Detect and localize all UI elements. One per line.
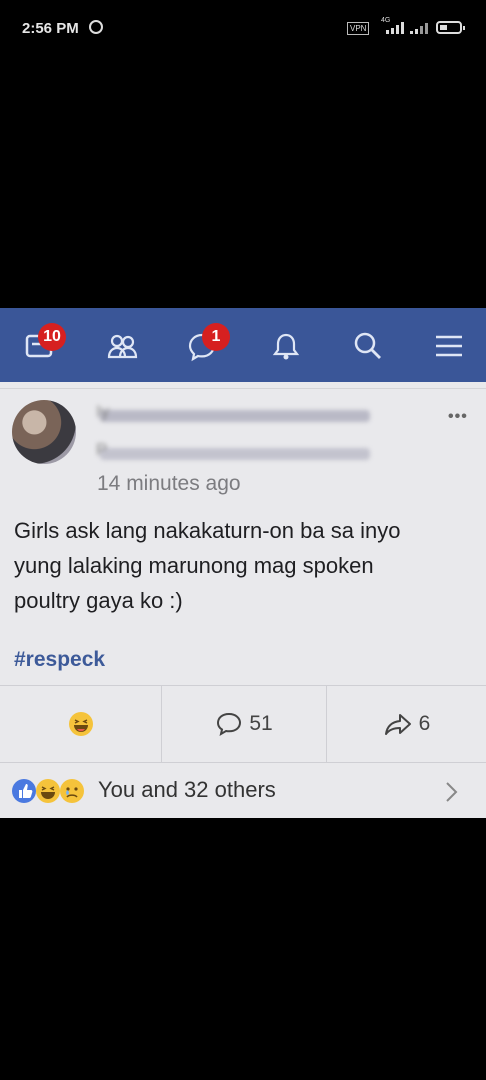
post-text-line: Girls ask lang nakakaturn-on ba sa inyo [14, 518, 401, 543]
battery-icon [436, 21, 465, 34]
alarm-icon [89, 20, 103, 34]
post-text-line: poultry gaya ko :) [14, 588, 183, 613]
comment-count: 51 [249, 712, 273, 735]
hashtag-link[interactable]: #respeck [14, 648, 105, 672]
reactions-summary-text: You and 32 others [98, 777, 276, 802]
reactions-summary[interactable]: You and 32 others [0, 763, 486, 819]
friends-icon[interactable] [106, 330, 138, 362]
facebook-nav-bar: 10 1 [0, 308, 486, 382]
newsfeed-icon[interactable]: 10 [24, 323, 66, 362]
status-bar: 2:56 PM VPN 4G [0, 0, 486, 60]
bell-icon[interactable] [270, 330, 302, 362]
notifications-badge: 10 [38, 323, 66, 351]
chevron-right-icon [446, 782, 458, 802]
search-icon[interactable] [352, 330, 384, 362]
post-text: Girls ask lang nakakaturn-on ba sa inyo … [14, 513, 474, 618]
facebook-post-screenshot: 10 1 Iy P ••• 14 minutes ago Girls ask l… [0, 308, 486, 818]
status-time: 2:56 PM [22, 20, 79, 37]
vpn-icon: VPN [347, 22, 370, 35]
post-actions-bar: 51 6 [0, 685, 486, 763]
share-icon [384, 714, 411, 735]
sad-icon [60, 779, 84, 803]
haha-icon [68, 712, 93, 736]
author-subtitle-redacted: P [96, 440, 370, 460]
messages-badge: 1 [202, 323, 230, 351]
share-button[interactable]: 6 [327, 686, 486, 762]
share-count: 6 [418, 712, 431, 735]
signal-icon [410, 23, 428, 34]
nav-divider [0, 382, 486, 389]
haha-icon [36, 779, 60, 803]
signal-icon [386, 22, 404, 34]
post-text-line: yung lalaking marunong mag spoken [14, 553, 374, 578]
author-name-redacted[interactable]: Iy [96, 402, 370, 422]
post-timestamp[interactable]: 14 minutes ago [97, 472, 241, 496]
menu-icon[interactable] [433, 330, 465, 362]
messenger-icon[interactable]: 1 [186, 323, 230, 362]
like-icon [12, 779, 36, 803]
author-avatar[interactable] [12, 400, 76, 464]
comment-button[interactable]: 51 [162, 686, 326, 762]
comment-icon [217, 712, 242, 737]
reaction-icons [12, 779, 84, 803]
react-button[interactable] [0, 686, 161, 762]
more-options-icon[interactable]: ••• [448, 408, 468, 426]
